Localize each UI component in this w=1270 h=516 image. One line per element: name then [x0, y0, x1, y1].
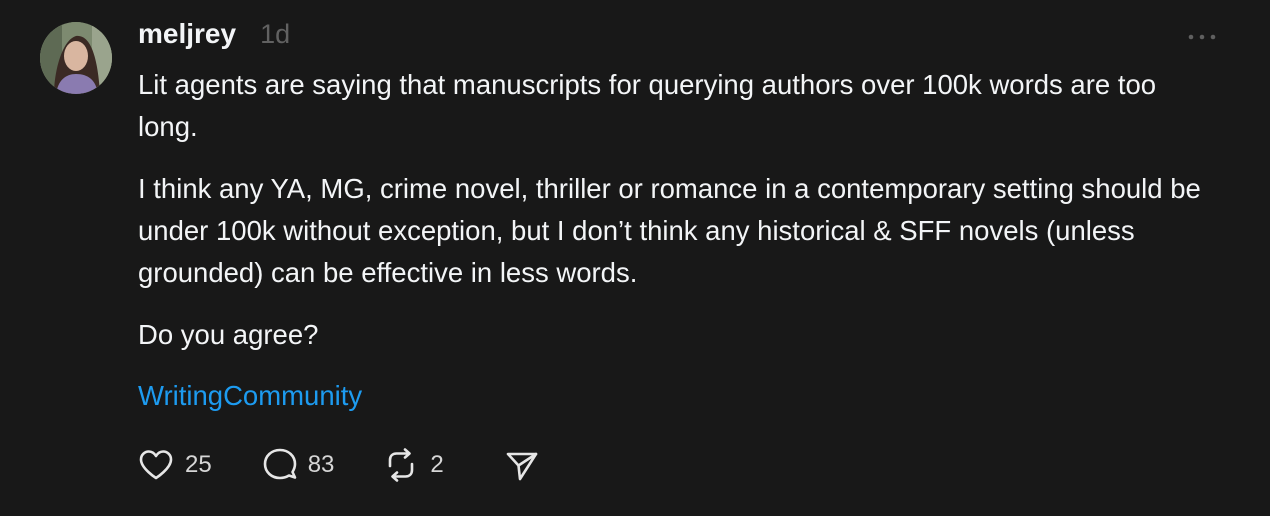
send-icon: [506, 452, 538, 481]
action-bar: 25 83 2: [137, 446, 540, 484]
post-timestamp[interactable]: 1d: [260, 19, 290, 50]
post-card: meljrey 1d Lit agents are saying that ma…: [0, 0, 1270, 516]
post-paragraph: Do you agree?: [138, 319, 319, 350]
repost-icon: [389, 448, 414, 482]
more-options-button[interactable]: [1187, 30, 1217, 44]
heart-icon: [139, 450, 173, 480]
post-header: meljrey 1d: [138, 18, 290, 50]
like-button[interactable]: 25: [137, 446, 212, 484]
reply-count: 83: [307, 451, 335, 478]
repost-button[interactable]: 2: [382, 446, 444, 484]
reply-button[interactable]: 83: [262, 446, 335, 484]
topic-tag-link[interactable]: WritingCommunity: [138, 375, 362, 417]
avatar[interactable]: [40, 22, 112, 94]
reply-bubble-icon: [263, 448, 297, 480]
post-paragraph: I think any YA, MG, crime novel, thrille…: [138, 173, 1201, 288]
profile-photo: [40, 22, 112, 94]
post-paragraph: Lit agents are saying that manuscripts f…: [138, 69, 1157, 142]
ellipsis-icon: [1188, 34, 1216, 40]
post-body: Lit agents are saying that manuscripts f…: [138, 64, 1218, 376]
repost-count: 2: [430, 451, 444, 478]
like-count: 25: [185, 451, 212, 478]
share-button[interactable]: [504, 446, 540, 484]
author-username[interactable]: meljrey: [138, 18, 236, 50]
